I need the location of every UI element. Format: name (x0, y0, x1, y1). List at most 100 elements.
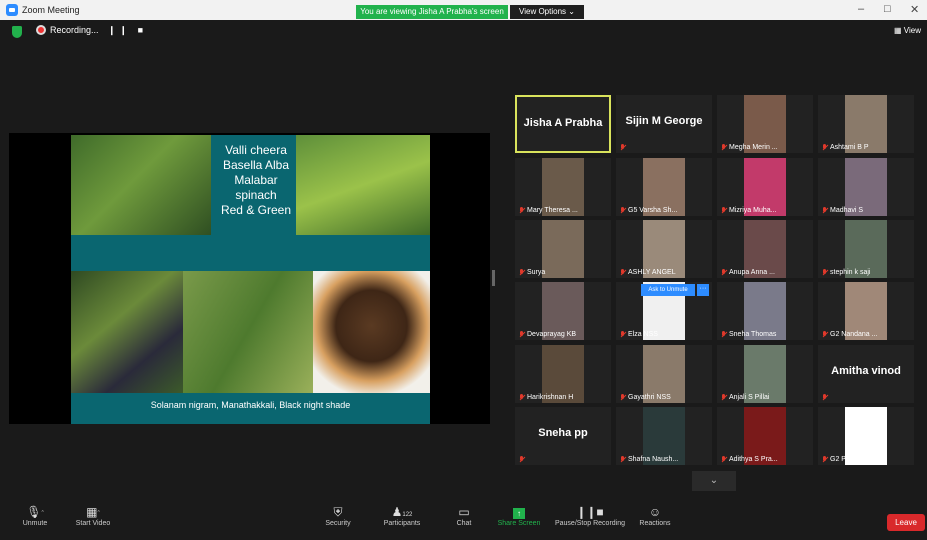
participant-name: Anupa Anna ... (721, 269, 775, 276)
reactions-button[interactable]: ☺ Reactions (636, 504, 674, 527)
muted-microphone-icon (721, 394, 727, 401)
view-options-button[interactable]: View Options ⌄ (510, 5, 584, 19)
participant-name-large: Jisha A Prabha (523, 117, 603, 129)
muted-microphone-icon (721, 456, 727, 463)
participant-tile[interactable]: Jisha A Prabha (515, 95, 611, 153)
close-icon[interactable]: ✕ (910, 3, 919, 16)
leaf-photo-2 (296, 135, 430, 235)
participant-name-large: Sneha pp (538, 427, 588, 439)
chat-button[interactable]: ▭ Chat (452, 504, 476, 527)
participant-tile[interactable]: G2 Priyanka T... (818, 407, 914, 465)
security-button[interactable]: ⛨ Security (322, 504, 354, 527)
recording-controls[interactable]: ❙❙ ■ (108, 25, 147, 36)
participant-name-large: Amitha vinod (831, 365, 901, 377)
muted-microphone-icon (721, 331, 727, 338)
view-button[interactable]: ▦ View (894, 26, 921, 35)
participants-label: Participants (383, 520, 421, 527)
participant-tile[interactable]: Ashtami B P (818, 95, 914, 153)
participant-name-text: stephin k saji (830, 269, 871, 276)
participant-tile[interactable]: Gayathri NSS (616, 345, 712, 403)
participant-tile[interactable]: Devaprayag KB (515, 282, 611, 340)
participant-tile[interactable]: Mizriya Muha... (717, 158, 813, 216)
participant-tile[interactable]: G5 Varsha Sh... (616, 158, 712, 216)
participant-name: Shafna Naush... (620, 456, 678, 463)
participants-button[interactable]: ♟122 Participants (378, 504, 426, 527)
participant-name: Madhavi S (822, 207, 863, 214)
app-title: Zoom Meeting (6, 4, 80, 16)
participant-name: Mizriya Muha... (721, 207, 776, 214)
participant-name: Devaprayag KB (519, 331, 576, 338)
start-video-button[interactable]: ▦ˆ Start Video (70, 504, 116, 527)
participant-status (822, 394, 828, 401)
participant-name: stephin k saji (822, 269, 870, 276)
participant-tile[interactable]: Adithya S Pra... (717, 407, 813, 465)
share-screen-button[interactable]: ↑ Share Screen (496, 504, 542, 527)
participant-name-text: Gayathri NSS (628, 394, 671, 401)
participant-tile[interactable]: stephin k saji (818, 220, 914, 278)
muted-microphone-icon (620, 456, 626, 463)
meeting-toolbar: 🎙ˆ Unmute ▦ˆ Start Video ⛨ Security ♟122… (0, 496, 927, 540)
security-shield-icon (12, 26, 22, 38)
title-bar: Zoom Meeting You are viewing Jisha A Pra… (0, 0, 927, 20)
participant-status (620, 144, 626, 151)
participant-tile[interactable]: Shafna Naush... (616, 407, 712, 465)
berry-photo-2 (183, 271, 313, 393)
muted-microphone-icon (519, 394, 525, 401)
participant-tile[interactable]: Megha Merin ... (717, 95, 813, 153)
participant-name-text: G2 Nandana ... (830, 331, 878, 338)
ask-to-unmute-button[interactable]: Ask to Unmute (641, 284, 695, 296)
view-label: View (903, 26, 921, 35)
participant-name: G2 Priyanka T... (822, 456, 880, 463)
participant-tile[interactable]: Sneha pp (515, 407, 611, 465)
berry-photo-1 (71, 271, 183, 393)
participant-tile[interactable]: Surya (515, 220, 611, 278)
leave-button[interactable]: Leave (887, 514, 925, 531)
more-options-button[interactable]: ··· (697, 284, 709, 296)
participant-tile[interactable]: Harikrishnan H (515, 345, 611, 403)
leaf-photo-1 (71, 135, 211, 235)
participant-video (542, 220, 584, 278)
slide-line-5: Red & Green (220, 203, 292, 217)
participant-name-large: Sijin M George (625, 115, 703, 127)
participant-name: Surya (519, 269, 545, 276)
participant-name-text: Anupa Anna ... (729, 269, 775, 276)
muted-microphone-icon (620, 331, 626, 338)
participant-tile[interactable]: Anjali S Pillai (717, 345, 813, 403)
muted-microphone-icon (620, 394, 626, 401)
gallery-next-button[interactable]: ⌄ (692, 471, 736, 491)
participant-name-text: Megha Merin ... (729, 144, 778, 151)
participant-name-text: Surya (527, 269, 546, 276)
chat-label: Chat (456, 520, 472, 527)
minimize-icon[interactable]: – (858, 3, 864, 15)
participant-name-text: Sneha Thomas (729, 331, 777, 338)
maximize-icon[interactable]: □ (884, 3, 891, 15)
microphone-muted-icon: 🎙ˆ (26, 505, 44, 519)
unmute-button[interactable]: 🎙ˆ Unmute (18, 504, 52, 527)
viewing-banner: You are viewing Jisha A Prabha's screen (356, 5, 508, 19)
slide-line-2: Basella Alba (222, 158, 290, 172)
unmute-label: Unmute (22, 520, 48, 527)
muted-microphone-icon (519, 456, 525, 463)
participant-tile[interactable]: Amitha vinod (818, 345, 914, 403)
participant-tile[interactable]: Sneha Thomas (717, 282, 813, 340)
participant-name: Gayathri NSS (620, 394, 671, 401)
participant-name: Elza NSS (620, 331, 658, 338)
participant-name-text: G2 Priyanka T... (830, 456, 880, 463)
participant-tile[interactable]: G2 Nandana ... (818, 282, 914, 340)
panel-splitter[interactable] (492, 270, 495, 286)
participant-tile[interactable]: ASHLY ANGEL (616, 220, 712, 278)
reactions-label: Reactions (639, 520, 671, 527)
pause-stop-recording-button[interactable]: ❙❙■ Pause/Stop Recording (552, 504, 628, 527)
participant-name-text: Harikrishnan H (527, 394, 574, 401)
pause-stop-icon: ❙❙■ (576, 505, 604, 519)
participant-tile[interactable]: Anupa Anna ... (717, 220, 813, 278)
muted-microphone-icon (721, 207, 727, 214)
participant-tile[interactable]: Madhavi S (818, 158, 914, 216)
muted-microphone-icon (721, 144, 727, 151)
slide-line-4: spinach (235, 188, 277, 202)
participant-tile[interactable]: Sijin M George (616, 95, 712, 153)
participant-tile[interactable]: Mary Theresa ... (515, 158, 611, 216)
muted-microphone-icon (822, 269, 828, 276)
grid-icon: ▦ (894, 26, 902, 35)
participant-name-text: Ashtami B P (830, 144, 869, 151)
